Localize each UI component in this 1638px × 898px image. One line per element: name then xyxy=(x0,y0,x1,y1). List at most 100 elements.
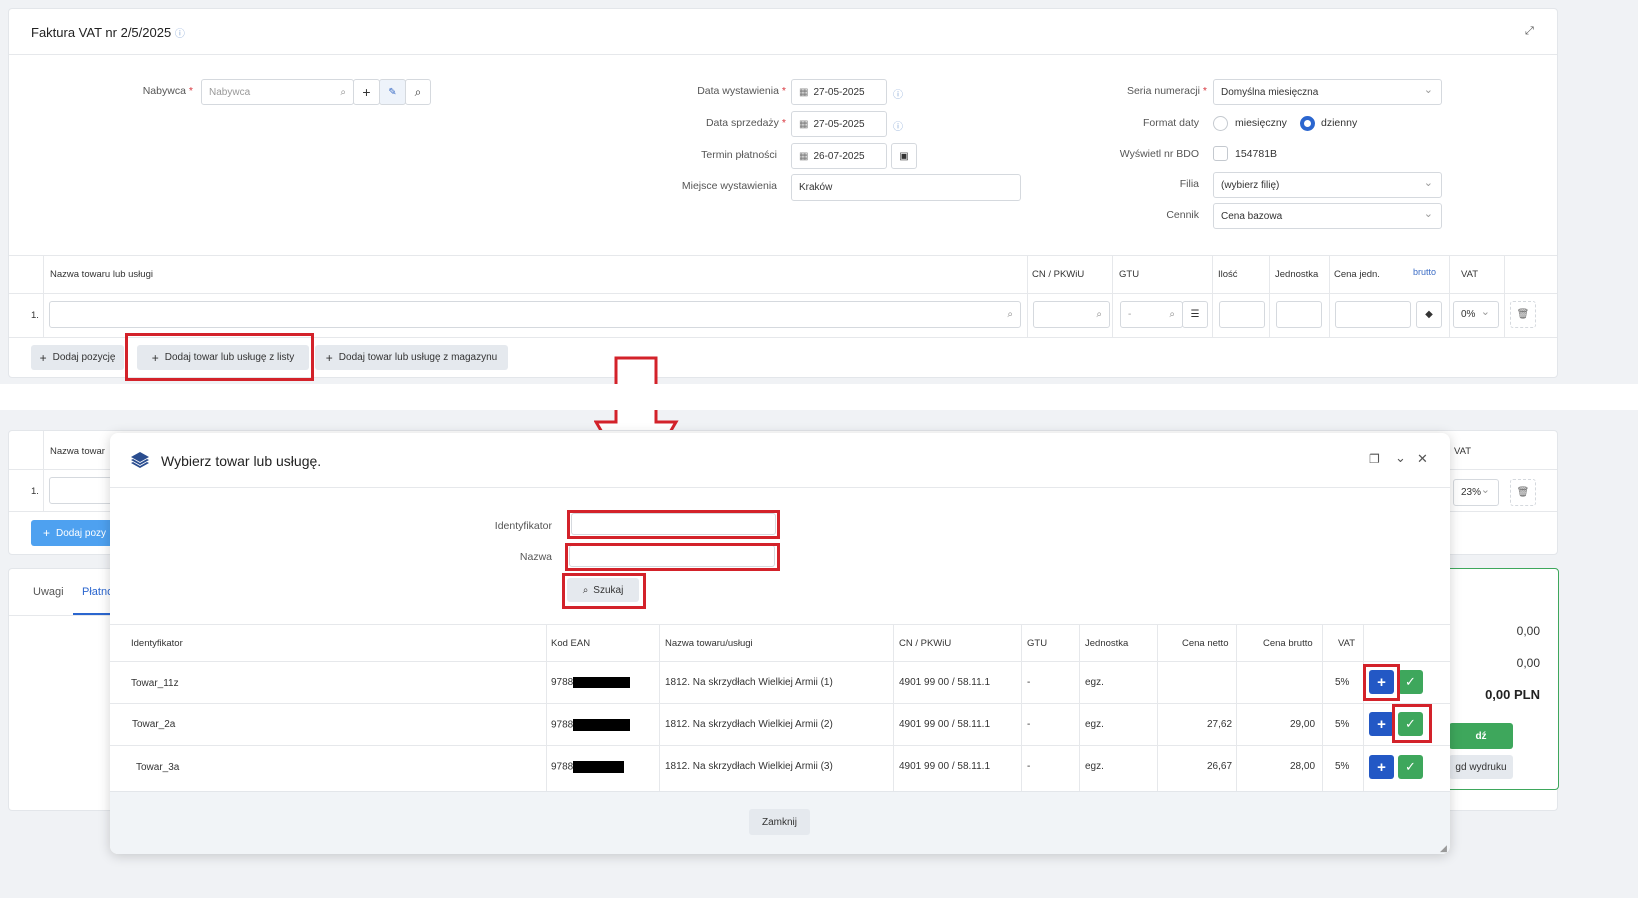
add-buyer-button[interactable]: + xyxy=(353,79,380,105)
name-filter-input[interactable] xyxy=(569,545,775,567)
date-format-daily-radio[interactable] xyxy=(1300,116,1315,131)
id-filter-input[interactable] xyxy=(571,513,776,535)
row-price-net: 26,67 xyxy=(1207,761,1233,772)
bg-row-number: 1. xyxy=(31,486,39,497)
tag-icon[interactable]: ◆ xyxy=(1416,301,1442,328)
add-position-button[interactable]: + Dodaj pozycję xyxy=(31,345,124,370)
col-vat-header: VAT xyxy=(1461,269,1479,280)
row-product-name: 1812. Na skrzydłach Wielkiej Armii (2) xyxy=(665,719,833,730)
col-cn-header: CN / PKWiU xyxy=(1032,269,1085,280)
row-vat: 5% xyxy=(1335,677,1350,688)
unit-input[interactable] xyxy=(1276,301,1322,328)
row-price-net: 27,62 xyxy=(1207,719,1233,730)
print-preview-button[interactable]: gd wydruku xyxy=(1449,755,1513,779)
gtu-input[interactable]: - ⌕ xyxy=(1120,301,1183,328)
bdo-checkbox[interactable] xyxy=(1213,146,1228,161)
payment-term-input[interactable]: ▦ 26-07-2025 xyxy=(791,143,887,169)
row-cn: 4901 99 00 / 58.11.1 xyxy=(899,677,991,688)
row-id: Towar_3a xyxy=(136,762,180,773)
branch-select[interactable]: (wybierz filię) xyxy=(1213,172,1442,198)
vat-select[interactable]: 0% xyxy=(1453,301,1499,328)
search-buyer-button[interactable]: ⌕ xyxy=(405,79,431,105)
edit-buyer-button[interactable]: ✎ xyxy=(379,79,406,105)
sale-date-input[interactable]: ▦ 27-05-2025 xyxy=(791,111,887,137)
row-product-name: 1812. Na skrzydłach Wielkiej Armii (3) xyxy=(665,761,833,772)
search-button[interactable]: ⌕ Szukaj xyxy=(567,578,639,602)
select-row-button[interactable]: ✓ xyxy=(1398,712,1423,736)
col-price-gross: Cena brutto xyxy=(1263,638,1313,649)
row-unit: egz. xyxy=(1085,677,1104,688)
buyer-input[interactable]: Nabywca ⌕ xyxy=(201,79,354,105)
col-unit-header: Jednostka xyxy=(1275,269,1319,280)
add-row-button[interactable]: + xyxy=(1369,755,1394,779)
save-button[interactable]: dź xyxy=(1449,723,1513,749)
tab-payment[interactable]: Płatno xyxy=(82,586,113,598)
bg-add-button[interactable]: + Dodaj pozy xyxy=(31,520,121,546)
bg-delete-button[interactable]: 🗑 xyxy=(1510,479,1536,506)
brutto-toggle[interactable]: brutto xyxy=(1413,267,1436,277)
row-unit: egz. xyxy=(1085,761,1104,772)
row-gtu: - xyxy=(1027,761,1031,772)
row-vat: 5% xyxy=(1335,761,1350,772)
date-format-monthly-radio[interactable] xyxy=(1213,116,1228,131)
date-format-label: Format daty xyxy=(1142,117,1199,129)
pricelist-select[interactable]: Cena bazowa xyxy=(1213,203,1442,229)
invoice-title: Faktura VAT nr 2/5/2025 ⓘ xyxy=(31,25,185,40)
row-id: Towar_11z xyxy=(131,678,179,689)
bg-name-input[interactable] xyxy=(49,477,119,504)
sale-date-help-icon[interactable]: ⓘ xyxy=(893,118,903,133)
row-cn: 4901 99 00 / 58.11.1 xyxy=(899,761,991,772)
select-row-button[interactable]: ✓ xyxy=(1398,670,1423,694)
collapse-icon[interactable]: ⌄ xyxy=(1395,450,1406,466)
close-modal-button[interactable]: Zamknij xyxy=(749,809,810,835)
expand-icon[interactable]: ⤢ xyxy=(1525,25,1534,38)
calendar-icon[interactable]: ▣ xyxy=(891,143,917,169)
issue-date-help-icon[interactable]: ⓘ xyxy=(893,86,903,101)
row-ean: 9788 xyxy=(551,761,625,773)
col-id: Identyfikator xyxy=(131,638,183,649)
qty-input[interactable] xyxy=(1219,301,1265,328)
add-from-list-button[interactable]: + Dodaj towar lub usługę z listy xyxy=(137,345,309,370)
add-from-stock-button[interactable]: + Dodaj towar lub usługę z magazynu xyxy=(315,345,508,370)
delete-row-button[interactable]: 🗑 xyxy=(1510,301,1536,328)
row-ean: 9788 xyxy=(551,719,631,731)
col-ean: Kod EAN xyxy=(551,638,591,649)
redacted-block xyxy=(573,677,631,688)
row-number: 1. xyxy=(31,310,39,321)
add-row-button[interactable]: + xyxy=(1369,712,1394,736)
redacted-block xyxy=(573,719,631,731)
col-cn: CN / PKWiU xyxy=(899,638,952,649)
row-gtu: - xyxy=(1027,719,1031,730)
place-label: Miejsce wystawienia xyxy=(681,180,777,192)
layers-icon xyxy=(130,450,150,473)
item-name-input[interactable]: ⌕ xyxy=(49,301,1021,328)
row-cn: 4901 99 00 / 58.11.1 xyxy=(899,719,991,730)
add-row-button[interactable]: + xyxy=(1369,670,1394,694)
bg-vat-select[interactable]: 23% xyxy=(1453,479,1499,506)
series-label: Seria numeracji * xyxy=(1126,85,1207,97)
payment-term-label: Termin płatności xyxy=(701,149,777,161)
col-qty-header: Ilość xyxy=(1218,269,1238,280)
row-price-gross: 29,00 xyxy=(1290,719,1316,730)
place-input[interactable]: Kraków xyxy=(791,174,1021,201)
col-gtu-header: GTU xyxy=(1119,269,1140,280)
gtu-list-button[interactable]: ☰ xyxy=(1182,301,1208,328)
tab-notes[interactable]: Uwagi xyxy=(33,586,64,598)
restore-icon[interactable]: ❐ xyxy=(1369,452,1380,466)
summary-value-2: 0,00 xyxy=(1516,656,1540,670)
row-gtu: - xyxy=(1027,677,1031,688)
bdo-label: Wyświetl nr BDO xyxy=(1119,148,1199,160)
pricelist-label: Cennik xyxy=(1166,209,1199,221)
summary-total: 0,00 PLN xyxy=(1485,687,1540,702)
resize-handle-icon[interactable]: ◢ xyxy=(1440,843,1447,854)
issue-date-label: Data wystawienia * xyxy=(697,85,786,97)
close-icon[interactable]: ✕ xyxy=(1417,451,1428,467)
series-select[interactable]: Domyślna miesięczna xyxy=(1213,79,1442,105)
select-row-button[interactable]: ✓ xyxy=(1398,755,1423,779)
col-price-header: Cena jedn. xyxy=(1334,269,1380,280)
cn-input[interactable]: ⌕ xyxy=(1033,301,1110,328)
page-gap xyxy=(0,384,1638,410)
issue-date-input[interactable]: ▦ 27-05-2025 xyxy=(791,79,887,105)
help-icon[interactable]: ⓘ xyxy=(175,29,185,40)
price-input[interactable] xyxy=(1335,301,1411,328)
